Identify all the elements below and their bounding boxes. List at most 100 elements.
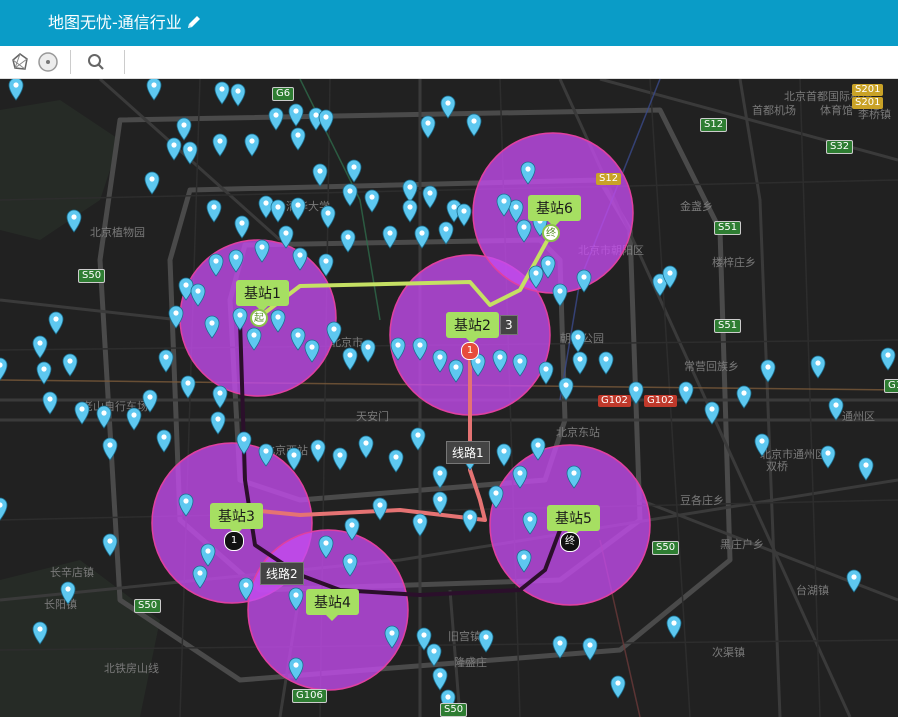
location-pin-icon[interactable] (144, 171, 160, 195)
location-pin-icon[interactable] (0, 357, 8, 381)
location-pin-icon[interactable] (310, 439, 326, 463)
location-pin-icon[interactable] (340, 229, 356, 253)
location-pin-icon[interactable] (342, 183, 358, 207)
station-label-5[interactable]: 基站5 (547, 505, 600, 537)
location-pin-icon[interactable] (290, 197, 306, 221)
station-label-6[interactable]: 基站6 (528, 195, 581, 227)
location-pin-icon[interactable] (552, 635, 568, 659)
location-pin-icon[interactable] (320, 205, 336, 229)
location-pin-icon[interactable] (364, 189, 380, 213)
location-pin-icon[interactable] (342, 347, 358, 371)
location-pin-icon[interactable] (180, 375, 196, 399)
location-pin-icon[interactable] (146, 79, 162, 101)
location-pin-icon[interactable] (210, 411, 226, 435)
end-marker[interactable]: 终 (542, 224, 560, 242)
location-pin-icon[interactable] (212, 385, 228, 409)
location-pin-icon[interactable] (102, 533, 118, 557)
location-pin-icon[interactable] (126, 407, 142, 431)
pencil-icon[interactable] (186, 14, 202, 30)
location-pin-icon[interactable] (432, 667, 448, 691)
location-pin-icon[interactable] (96, 405, 112, 429)
location-pin-icon[interactable] (736, 385, 752, 409)
location-pin-icon[interactable] (438, 221, 454, 245)
location-pin-icon[interactable] (36, 361, 52, 385)
location-pin-icon[interactable] (598, 351, 614, 375)
location-pin-icon[interactable] (858, 457, 874, 481)
location-pin-icon[interactable] (158, 349, 174, 373)
location-pin-icon[interactable] (32, 621, 48, 645)
station-label-2[interactable]: 基站2 (446, 312, 499, 344)
location-pin-icon[interactable] (820, 445, 836, 469)
end-marker[interactable]: 终 (560, 532, 580, 552)
search-icon[interactable] (76, 46, 116, 78)
location-pin-icon[interactable] (570, 329, 586, 353)
waypoint-marker[interactable]: 1 (224, 531, 244, 551)
location-pin-icon[interactable] (760, 359, 776, 383)
location-pin-icon[interactable] (244, 133, 260, 157)
location-pin-icon[interactable] (206, 199, 222, 223)
location-pin-icon[interactable] (402, 179, 418, 203)
location-pin-icon[interactable] (828, 397, 844, 421)
location-pin-icon[interactable] (42, 391, 58, 415)
location-pin-icon[interactable] (212, 133, 228, 157)
location-pin-icon[interactable] (360, 339, 376, 363)
location-pin-icon[interactable] (0, 497, 8, 521)
location-pin-icon[interactable] (182, 141, 198, 165)
location-pin-icon[interactable] (142, 389, 158, 413)
location-pin-icon[interactable] (496, 443, 512, 467)
location-pin-icon[interactable] (754, 433, 770, 457)
location-pin-icon[interactable] (582, 637, 598, 661)
location-pin-icon[interactable] (610, 675, 626, 699)
location-pin-icon[interactable] (880, 347, 896, 371)
location-pin-icon[interactable] (426, 643, 442, 667)
location-pin-icon[interactable] (478, 629, 494, 653)
location-pin-icon[interactable] (388, 449, 404, 473)
location-pin-icon[interactable] (156, 429, 172, 453)
location-pin-icon[interactable] (846, 569, 862, 593)
location-pin-icon[interactable] (704, 401, 720, 425)
location-pin-icon[interactable] (558, 377, 574, 401)
location-pin-icon[interactable] (234, 215, 250, 239)
circle-select-icon[interactable] (28, 46, 68, 78)
location-pin-icon[interactable] (666, 615, 682, 639)
location-pin-icon[interactable] (422, 185, 438, 209)
location-pin-icon[interactable] (572, 351, 588, 375)
location-pin-icon[interactable] (230, 83, 246, 107)
location-pin-icon[interactable] (60, 581, 76, 605)
route-label-2[interactable]: 线路2 (260, 562, 304, 585)
location-pin-icon[interactable] (466, 113, 482, 137)
location-pin-icon[interactable] (74, 401, 90, 425)
location-pin-icon[interactable] (62, 353, 78, 377)
location-pin-icon[interactable] (810, 355, 826, 379)
location-pin-icon[interactable] (8, 79, 24, 101)
location-pin-icon[interactable] (48, 311, 64, 335)
location-pin-icon[interactable] (372, 497, 388, 521)
location-pin-icon[interactable] (332, 447, 348, 471)
location-pin-icon[interactable] (552, 283, 568, 307)
station-label-1[interactable]: 基站1 (236, 280, 289, 312)
location-pin-icon[interactable] (678, 381, 694, 405)
location-pin-icon[interactable] (102, 437, 118, 461)
location-pin-icon[interactable] (214, 81, 230, 105)
location-pin-icon[interactable] (312, 163, 328, 187)
location-pin-icon[interactable] (410, 427, 426, 451)
location-pin-icon[interactable] (414, 225, 430, 249)
location-pin-icon[interactable] (538, 361, 554, 385)
location-pin-icon[interactable] (166, 137, 182, 161)
station-label-4[interactable]: 基站4 (306, 589, 359, 621)
location-pin-icon[interactable] (382, 225, 398, 249)
route-label-1[interactable]: 线路1 (446, 441, 490, 464)
map-canvas[interactable]: 北京植物园 清华大学 北京首都国际机场 首都机场 体育馆 李桥镇 金盏乡 楼梓庄… (0, 79, 898, 717)
location-pin-icon[interactable] (440, 95, 456, 119)
location-pin-icon[interactable] (32, 335, 48, 359)
location-pin-icon[interactable] (432, 491, 448, 515)
location-pin-icon[interactable] (268, 107, 284, 131)
location-pin-icon[interactable] (66, 209, 82, 233)
waypoint-marker[interactable]: 1 (461, 342, 479, 360)
location-pin-icon[interactable] (456, 203, 472, 227)
location-pin-icon[interactable] (176, 117, 192, 141)
location-pin-icon[interactable] (346, 159, 362, 183)
location-pin-icon[interactable] (628, 381, 644, 405)
location-pin-icon[interactable] (318, 109, 334, 133)
location-pin-icon[interactable] (290, 127, 306, 151)
